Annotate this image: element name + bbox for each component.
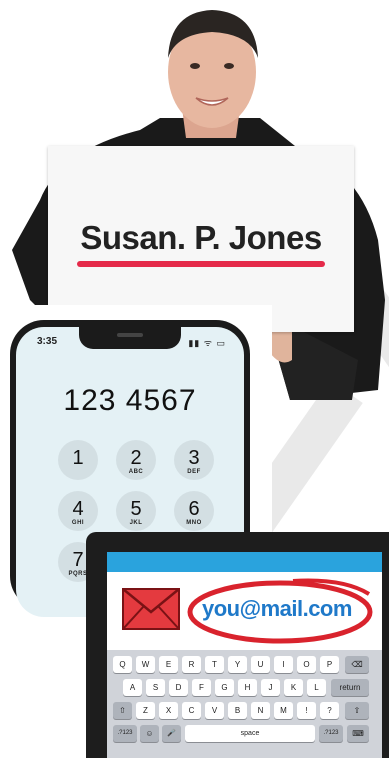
key-j[interactable]: J [261,679,280,696]
shift-key-left[interactable]: ⇧ [113,702,132,719]
key-m[interactable]: M [274,702,293,719]
email-address: you@mail.com [202,596,352,621]
key-i[interactable]: I [274,656,293,673]
phone-notch [79,327,181,349]
dial-key-digit: 3 [188,447,200,469]
key-x[interactable]: X [159,702,178,719]
key-s[interactable]: S [146,679,165,696]
tablet-screen: you@mail.com Q W E R T Y U I O P ⌫ A S D… [107,552,382,758]
dial-key-digit: 6 [188,498,200,520]
illustration: Susan. P. Jones 3:35 ▮▮ ᯤ ▭ 123 4567 1 2… [0,0,389,758]
return-key[interactable]: return [331,679,369,696]
dialed-number: 123 4567 [63,384,197,417]
key-k[interactable]: K [284,679,303,696]
email-app-header [107,552,382,572]
key-g[interactable]: G [215,679,234,696]
shift-key-right[interactable]: ⇧ [345,702,369,719]
numbers-key-right[interactable]: .?123 [319,725,343,742]
dial-key-1[interactable]: 1 [58,440,98,480]
key-y[interactable]: Y [228,656,247,673]
hide-keyboard-key[interactable]: ⌨ [347,725,369,742]
dial-key-digit: 2 [130,447,142,469]
name-underline [77,261,325,267]
key-q[interactable]: Q [113,656,132,673]
key-h[interactable]: H [238,679,257,696]
key-c[interactable]: C [182,702,201,719]
key-o[interactable]: O [297,656,316,673]
dial-key-digit: 4 [72,498,84,520]
tablet: you@mail.com Q W E R T Y U I O P ⌫ A S D… [86,532,389,758]
dial-key-3[interactable]: 3 DEF [174,440,214,480]
key-l[interactable]: L [307,679,326,696]
key-t[interactable]: T [205,656,224,673]
key-exclaim[interactable]: ! [297,702,316,719]
dial-key-6[interactable]: 6 MNO [174,491,214,531]
status-icons: ▮▮ ᯤ ▭ [188,338,226,348]
key-question[interactable]: ? [320,702,339,719]
backspace-key[interactable]: ⌫ [345,656,369,673]
speaker-icon [117,333,143,337]
emoji-key[interactable]: ☺ [140,725,159,742]
key-a[interactable]: A [123,679,142,696]
dial-key-digit: 1 [72,447,84,469]
dial-key-digit: 5 [130,498,142,520]
key-d[interactable]: D [169,679,188,696]
status-time: 3:35 [37,336,58,347]
dial-key-letters: JKL [129,520,143,526]
onscreen-keyboard: Q W E R T Y U I O P ⌫ A S D F G H J K L [107,650,382,758]
dial-key-letters: GHI [71,520,85,526]
key-e[interactable]: E [159,656,178,673]
key-f[interactable]: F [192,679,211,696]
envelope-icon [122,588,180,630]
key-z[interactable]: Z [136,702,155,719]
key-n[interactable]: N [251,702,270,719]
key-r[interactable]: R [182,656,201,673]
microphone-key[interactable]: 🎤 [162,725,181,742]
key-b[interactable]: B [228,702,247,719]
dial-key-letters: ABC [128,469,144,475]
key-v[interactable]: V [205,702,224,719]
key-u[interactable]: U [251,656,270,673]
email-app-body: you@mail.com [107,572,382,650]
space-key[interactable]: space [185,725,315,742]
numbers-key-left[interactable]: .?123 [113,725,137,742]
dial-key-5[interactable]: 5 JKL [116,491,156,531]
dial-key-letters: DEF [187,469,201,475]
dial-key-2[interactable]: 2 ABC [116,440,156,480]
key-p[interactable]: P [320,656,339,673]
key-w[interactable]: W [136,656,155,673]
name-text: Susan. P. Jones [80,219,322,256]
dial-key-4[interactable]: 4 GHI [58,491,98,531]
dial-key-letters: MNO [186,520,202,526]
